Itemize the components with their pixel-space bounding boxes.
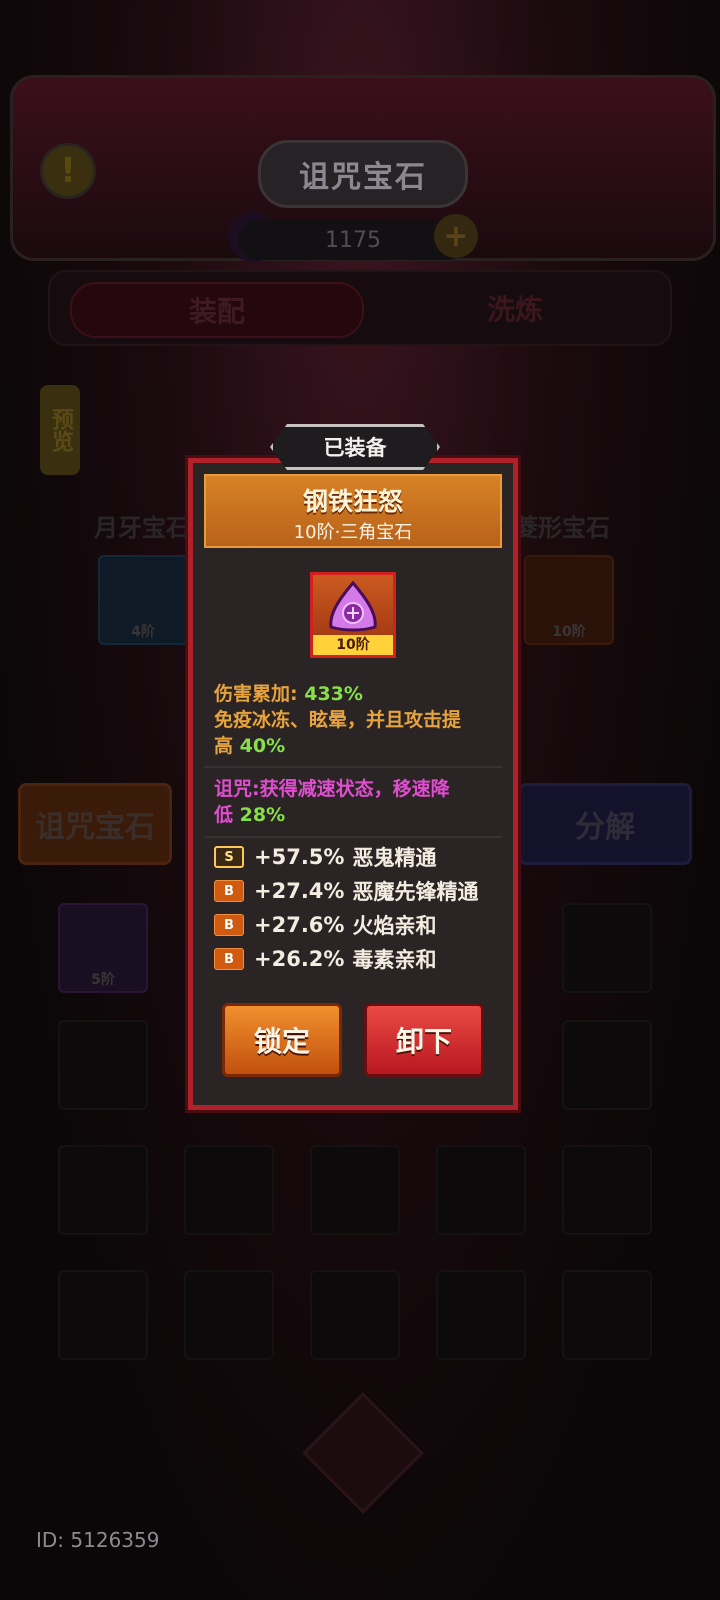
attribute-name: 恶魔先锋精通 (352, 880, 479, 904)
divider (204, 766, 502, 768)
effect-line-1: 伤害累加: 433% (214, 681, 363, 707)
tab-assemble[interactable]: 装配 (70, 282, 364, 338)
inventory-gem-slot[interactable]: 5阶 (58, 903, 148, 993)
attribute-value: +57.5% (254, 845, 345, 869)
divider (204, 836, 502, 838)
gem-header: 钢铁狂怒 10阶·三角宝石 (204, 474, 502, 548)
triangle-gem-icon (329, 580, 377, 632)
effect-line-2: 免疫冰冻、眩晕，并且攻击提 (214, 709, 462, 731)
equipped-badge: 已装备 (270, 424, 440, 470)
inventory-slot[interactable] (184, 1145, 274, 1235)
tab-bar: 装配 洗炼 (48, 270, 672, 346)
inventory-slot[interactable] (58, 1145, 148, 1235)
attribute-row: B +27.6% 火焰亲和 (214, 911, 436, 939)
inventory-slot[interactable] (562, 1270, 652, 1360)
grade-badge: S (214, 846, 244, 868)
attribute-name: 毒素亲和 (352, 948, 437, 972)
attribute-row: B +26.2% 毒素亲和 (214, 945, 436, 973)
right-gem-slot[interactable]: 10阶 (524, 555, 614, 645)
curse-line-2-value: 28% (239, 804, 286, 826)
preview-button[interactable]: 预览 (40, 385, 80, 475)
right-slot-label: 菱形宝石 (514, 514, 610, 542)
attribute-name: 火焰亲和 (352, 914, 437, 938)
inventory-slot[interactable] (562, 1020, 652, 1110)
add-currency-button[interactable]: + (434, 214, 478, 258)
effect-label: 伤害累加: (214, 683, 298, 705)
left-gem-slot[interactable]: 4阶 (98, 555, 188, 645)
effect-line-3-prefix: 高 (214, 735, 234, 757)
tab-refine[interactable]: 洗炼 (380, 282, 650, 334)
grade-badge: B (214, 880, 244, 902)
unequip-button[interactable]: 卸下 (364, 1003, 484, 1077)
gem-icon-box: 10阶 (310, 572, 396, 658)
attribute-row: S +57.5% 恶鬼精通 (214, 843, 436, 871)
effect-line-3: 高 40% (214, 733, 285, 759)
inventory-slot[interactable] (58, 1270, 148, 1360)
inventory-slot[interactable] (562, 903, 652, 993)
page-title: 诅咒宝石 (258, 140, 468, 208)
curse-line-2: 低 28% (214, 802, 285, 828)
attribute-row: B +27.4% 恶魔先锋精通 (214, 877, 478, 905)
effect-line-3-value: 40% (239, 735, 286, 757)
left-slot-label: 月牙宝石 (94, 514, 190, 542)
lock-button[interactable]: 锁定 (222, 1003, 342, 1077)
attribute-value: +26.2% (254, 947, 345, 971)
curse-line-2-prefix: 低 (214, 804, 234, 826)
curse-line-1: 诅咒:获得减速状态，移速降 (214, 778, 450, 800)
info-icon[interactable]: ! (40, 143, 96, 199)
right-slot-level: 10阶 (552, 624, 586, 640)
decompose-button[interactable]: 分解 (518, 783, 692, 865)
inventory-slot[interactable] (436, 1145, 526, 1235)
gem-level: 10阶 (313, 635, 393, 655)
inventory-slot[interactable] (184, 1270, 274, 1360)
inventory-slot[interactable] (58, 1020, 148, 1110)
inventory-slot[interactable] (562, 1145, 652, 1235)
gem-name: 钢铁狂怒 (302, 487, 403, 516)
gem-subtitle: 10阶·三角宝石 (293, 522, 413, 543)
inventory-slot[interactable] (310, 1270, 400, 1360)
attribute-value: +27.6% (254, 913, 345, 937)
inventory-slot[interactable] (436, 1270, 526, 1360)
grade-badge: B (214, 948, 244, 970)
user-id: ID: 5126359 (36, 1528, 160, 1552)
grade-badge: B (214, 914, 244, 936)
left-slot-level: 4阶 (131, 624, 155, 640)
curse-gem-button[interactable]: 诅咒宝石 (18, 783, 172, 865)
attribute-name: 恶鬼精通 (352, 846, 437, 870)
inventory-slot-level: 5阶 (91, 972, 115, 988)
effect-value: 433% (304, 683, 363, 705)
attribute-value: +27.4% (254, 879, 345, 903)
inventory-slot[interactable] (310, 1145, 400, 1235)
